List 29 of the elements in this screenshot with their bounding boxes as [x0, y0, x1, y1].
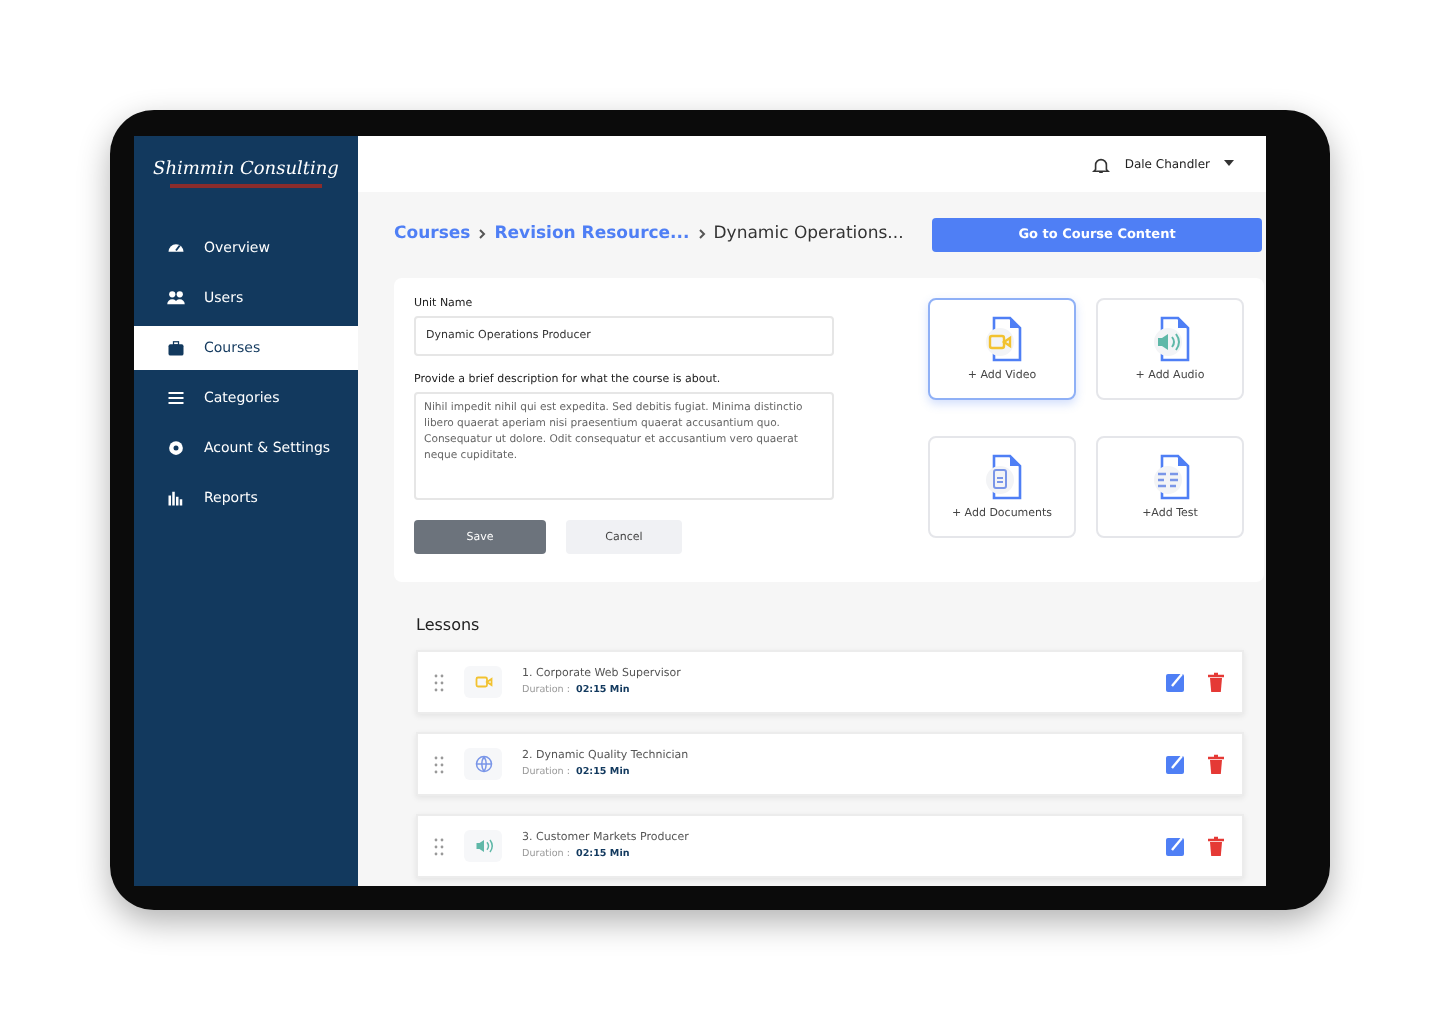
file-icon: [980, 316, 1024, 364]
lesson-type-icon: [464, 666, 502, 698]
chart-icon: [166, 488, 186, 508]
gauge-icon: [166, 238, 186, 258]
list-icon: [166, 388, 186, 408]
section-title: Lessons: [416, 616, 482, 634]
edit-icon[interactable]: [1166, 754, 1186, 774]
lesson-type-icon: [464, 830, 502, 862]
caret-icon[interactable]: [1224, 160, 1234, 168]
briefcase-icon: [166, 338, 186, 358]
lesson-type-icon: [464, 748, 502, 780]
drag-handle-icon[interactable]: [434, 837, 444, 855]
edit-icon[interactable]: [1166, 836, 1186, 856]
logo: Shimmin Consulting: [153, 160, 339, 180]
drag-handle-icon[interactable]: [434, 673, 444, 691]
edit-icon[interactable]: [1166, 672, 1186, 692]
chevron-icon: [478, 228, 487, 240]
gear-icon: [166, 438, 186, 458]
file-icon: [1148, 454, 1192, 502]
bell-icon[interactable]: [1092, 155, 1111, 173]
breadcrumb-item: Dynamic Operations...: [713, 224, 904, 244]
trash-icon[interactable]: [1206, 754, 1226, 774]
trash-icon[interactable]: [1206, 672, 1226, 692]
file-icon: [1148, 316, 1192, 364]
chevron-icon: [697, 228, 706, 240]
file-icon: [980, 454, 1024, 502]
drag-handle-icon[interactable]: [434, 755, 444, 773]
trash-icon[interactable]: [1206, 836, 1226, 856]
users-icon: [166, 288, 186, 308]
